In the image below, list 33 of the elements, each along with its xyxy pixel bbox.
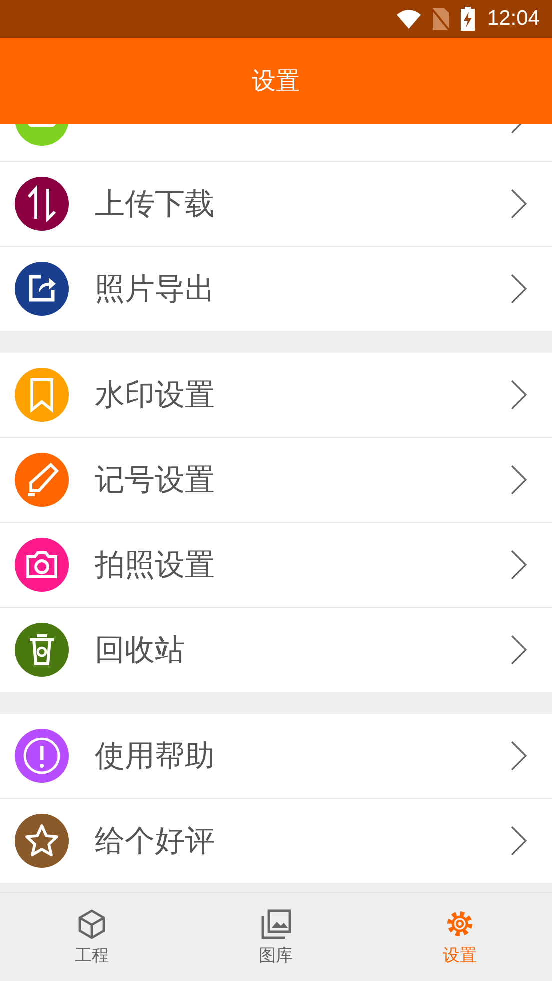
row-label: 拍照设置: [95, 546, 216, 584]
chevron-icon: [510, 741, 528, 771]
settings-row[interactable]: 记号设置: [0, 438, 552, 523]
status-time: 12:04: [487, 7, 540, 31]
settings-row[interactable]: 水印设置: [0, 353, 552, 438]
row-label: 照片导出: [95, 270, 216, 308]
chevron-icon: [510, 826, 528, 856]
chevron-icon: [510, 274, 528, 304]
cube-icon: [76, 908, 108, 940]
battery-charging-icon: [461, 7, 476, 31]
chevron-icon: [510, 635, 528, 665]
nav-tab[interactable]: 图库: [184, 893, 368, 981]
row-label: 使用帮助: [95, 738, 216, 776]
settings-row[interactable]: 拍照设置: [0, 523, 552, 608]
settings-row[interactable]: 上传下载: [0, 162, 552, 247]
chevron-icon: [510, 465, 528, 495]
chevron-icon: [510, 189, 528, 219]
page-title: 设置: [252, 66, 300, 97]
row-label: 给个好评: [95, 822, 216, 860]
row-label: 水印设置: [95, 376, 216, 414]
settings-row[interactable]: 给个好评: [0, 799, 552, 883]
chevron-icon: [510, 550, 528, 580]
chevron-icon: [510, 380, 528, 410]
row-label: 回收站: [95, 632, 186, 670]
nav-tab[interactable]: 工程: [0, 893, 184, 981]
row-label: 上传下载: [95, 186, 216, 224]
gallery-icon: [260, 908, 292, 940]
row-label: 记号设置: [95, 462, 216, 500]
settings-row[interactable]: 照片导出: [0, 247, 552, 331]
no-sim-icon: [433, 8, 450, 30]
settings-row[interactable]: 回收站: [0, 608, 552, 692]
settings-row[interactable]: 使用帮助: [0, 714, 552, 799]
wifi-icon: [397, 9, 422, 29]
